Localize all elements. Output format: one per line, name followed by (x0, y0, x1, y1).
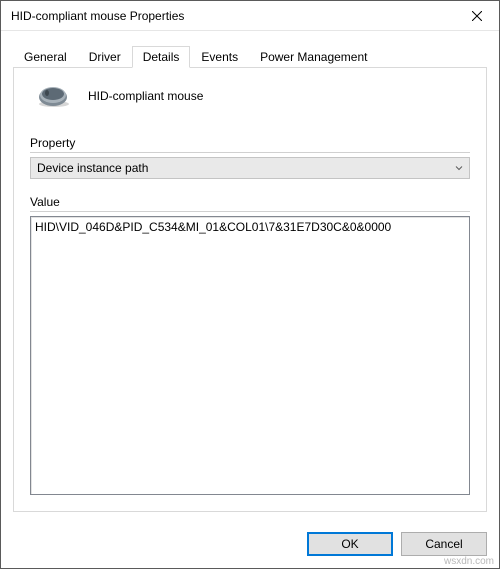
chevron-down-icon (455, 164, 463, 172)
details-panel: HID-compliant mouse Property Device inst… (13, 67, 487, 512)
content-area: General Driver Details Events Power Mana… (1, 31, 499, 522)
properties-dialog: HID-compliant mouse Properties General D… (0, 0, 500, 569)
tab-power-management[interactable]: Power Management (249, 46, 378, 67)
ok-button[interactable]: OK (307, 532, 393, 556)
titlebar: HID-compliant mouse Properties (1, 1, 499, 31)
window-title: HID-compliant mouse Properties (11, 9, 454, 23)
tab-general[interactable]: General (13, 46, 78, 67)
value-item[interactable]: HID\VID_046D&PID_C534&MI_01&COL01\7&31E7… (35, 220, 465, 236)
tab-events[interactable]: Events (190, 46, 249, 67)
value-label: Value (30, 195, 470, 212)
tab-details[interactable]: Details (132, 46, 191, 68)
close-button[interactable] (454, 1, 499, 30)
cancel-button[interactable]: Cancel (401, 532, 487, 556)
close-icon (472, 11, 482, 21)
property-label: Property (30, 136, 470, 153)
tab-driver[interactable]: Driver (78, 46, 132, 67)
property-dropdown[interactable]: Device instance path (30, 157, 470, 179)
tab-bar: General Driver Details Events Power Mana… (13, 45, 487, 67)
value-listbox[interactable]: HID\VID_046D&PID_C534&MI_01&COL01\7&31E7… (30, 216, 470, 495)
watermark: wsxdn.com (444, 556, 494, 567)
device-header: HID-compliant mouse (30, 84, 470, 108)
dropdown-selected: Device instance path (37, 161, 148, 175)
dialog-button-row: OK Cancel (1, 522, 499, 568)
mouse-icon (36, 84, 70, 108)
device-name-label: HID-compliant mouse (88, 89, 203, 103)
